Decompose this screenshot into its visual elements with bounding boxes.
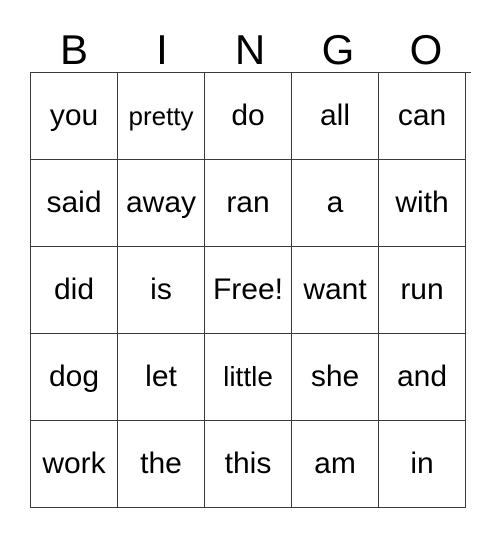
bingo-cell-free-space[interactable]: Free! xyxy=(205,247,292,334)
bingo-row: you pretty do all can xyxy=(31,73,471,160)
bingo-cell-label: a xyxy=(326,186,344,219)
bingo-cell-label: do xyxy=(231,99,265,132)
bingo-cell[interactable]: ran xyxy=(205,160,292,247)
bingo-cell[interactable]: all xyxy=(292,73,379,160)
bingo-cell-label: little xyxy=(223,361,273,392)
bingo-cell-label: is xyxy=(150,273,172,306)
bingo-cell[interactable]: let xyxy=(118,334,205,421)
bingo-cell-label: and xyxy=(396,360,448,393)
bingo-header-row: B I N G O xyxy=(30,14,470,72)
bingo-cell[interactable]: she xyxy=(292,334,379,421)
bingo-cell[interactable]: can xyxy=(379,73,466,160)
bingo-cell-label: in xyxy=(410,447,434,480)
bingo-header-cell-n: N xyxy=(206,14,294,72)
bingo-header-letter: G xyxy=(321,26,355,73)
bingo-cell[interactable]: you xyxy=(31,73,118,160)
bingo-cell-label: am xyxy=(314,447,356,480)
bingo-cell-label: dog xyxy=(48,360,100,393)
bingo-cell-label: work xyxy=(42,447,106,480)
bingo-row: dog let little she and xyxy=(31,334,471,421)
bingo-cell-label: with xyxy=(395,186,449,219)
bingo-cell[interactable]: said xyxy=(31,160,118,247)
bingo-cell[interactable]: do xyxy=(205,73,292,160)
bingo-cell[interactable]: with xyxy=(379,160,466,247)
bingo-cell-label: all xyxy=(319,99,350,132)
bingo-header-cell-i: I xyxy=(118,14,206,72)
bingo-cell[interactable]: dog xyxy=(31,334,118,421)
bingo-cell[interactable]: this xyxy=(205,421,292,508)
bingo-cell-label: you xyxy=(49,99,99,132)
bingo-cell-label: let xyxy=(145,360,177,393)
bingo-cell[interactable]: run xyxy=(379,247,466,334)
bingo-header-letter: O xyxy=(409,26,443,73)
bingo-cell[interactable]: away xyxy=(118,160,205,247)
bingo-cell[interactable]: and xyxy=(379,334,466,421)
bingo-cell-label: this xyxy=(224,447,272,480)
bingo-free-space-label: Free! xyxy=(212,273,284,306)
bingo-cell[interactable]: want xyxy=(292,247,379,334)
bingo-grid: you pretty do all can said away ran a wi… xyxy=(30,72,471,508)
bingo-row: said away ran a with xyxy=(31,160,471,247)
bingo-header-cell-b: B xyxy=(30,14,118,72)
bingo-cell[interactable]: am xyxy=(292,421,379,508)
bingo-cell[interactable]: did xyxy=(31,247,118,334)
bingo-header-letter: N xyxy=(234,26,266,73)
bingo-card: B I N G O you pretty do all can said awa… xyxy=(30,14,471,508)
bingo-cell[interactable]: a xyxy=(292,160,379,247)
bingo-cell-label: ran xyxy=(226,186,270,219)
bingo-cell[interactable]: pretty xyxy=(118,73,205,160)
bingo-header-cell-g: G xyxy=(294,14,382,72)
bingo-header-letter: I xyxy=(156,26,168,73)
bingo-cell-label: want xyxy=(303,273,367,306)
bingo-cell-label: pretty xyxy=(128,101,194,131)
bingo-cell-label: did xyxy=(53,273,95,306)
bingo-cell-label: away xyxy=(125,186,197,219)
bingo-cell[interactable]: in xyxy=(379,421,466,508)
bingo-cell-label: she xyxy=(310,360,360,393)
bingo-header-letter: B xyxy=(59,26,88,73)
bingo-cell[interactable]: little xyxy=(205,334,292,421)
bingo-cell-label: the xyxy=(140,447,182,480)
bingo-cell[interactable]: is xyxy=(118,247,205,334)
bingo-row: did is Free! want run xyxy=(31,247,471,334)
bingo-header-cell-o: O xyxy=(382,14,470,72)
bingo-row: work the this am in xyxy=(31,421,471,508)
bingo-cell[interactable]: the xyxy=(118,421,205,508)
bingo-cell-label: said xyxy=(46,186,102,219)
bingo-cell-label: can xyxy=(397,99,447,132)
bingo-cell[interactable]: work xyxy=(31,421,118,508)
bingo-cell-label: run xyxy=(400,273,444,306)
